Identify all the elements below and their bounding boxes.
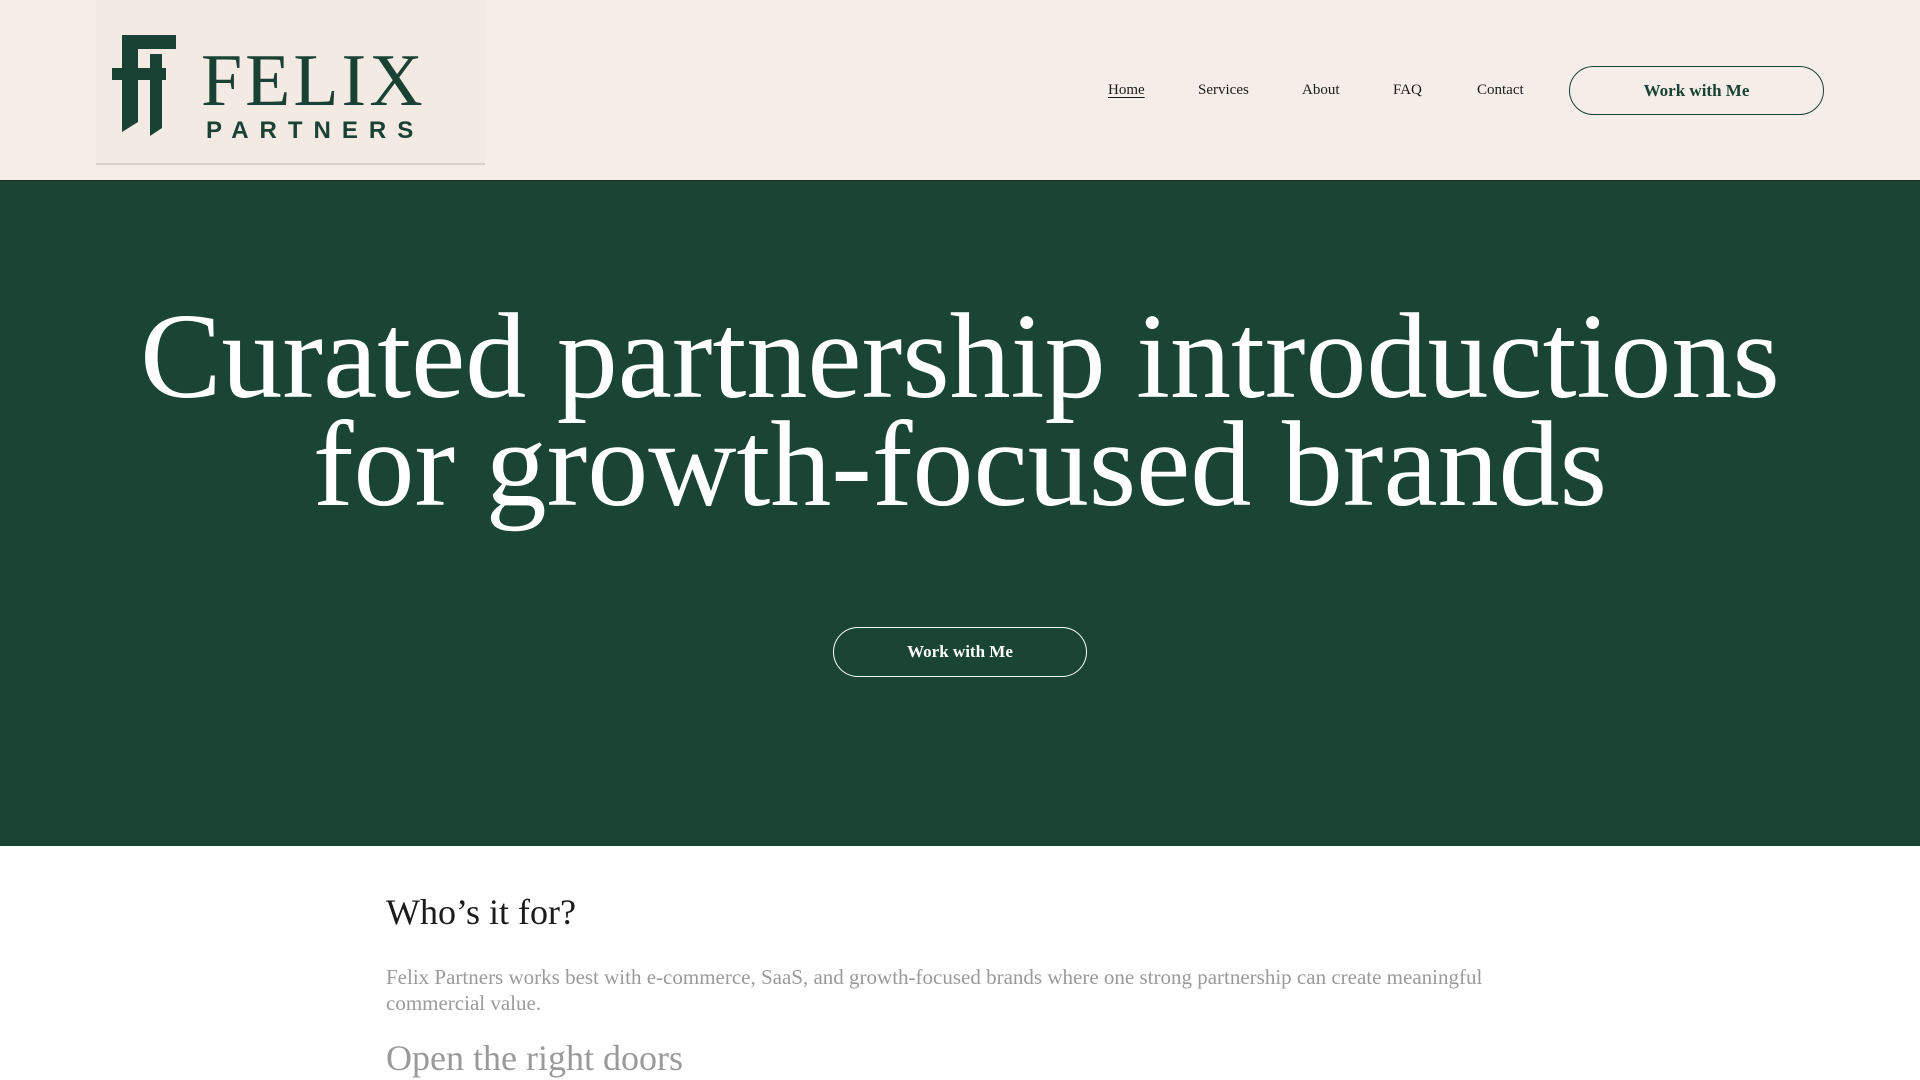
felix-monogram-icon bbox=[112, 35, 176, 136]
open-doors-heading: Open the right doors bbox=[386, 1038, 683, 1078]
logo-subtitle: PARTNERS bbox=[206, 117, 425, 144]
nav-faq[interactable]: FAQ bbox=[1393, 78, 1422, 102]
who-description: Felix Partners works best with e-commerc… bbox=[386, 965, 1483, 1015]
hero-title-line-2: for growth-focused brands bbox=[312, 397, 1608, 532]
site-header: FELIX PARTNERS Home Services About FAQ C… bbox=[0, 0, 1920, 181]
logo-wordmark: FELIX bbox=[201, 40, 426, 122]
who-heading: Who’s it for? bbox=[386, 892, 576, 932]
header-work-with-me-button[interactable]: Work with Me bbox=[1569, 66, 1824, 115]
hero-work-with-me-button[interactable]: Work with Me bbox=[833, 627, 1087, 677]
nav-services[interactable]: Services bbox=[1198, 78, 1249, 102]
nav-contact[interactable]: Contact bbox=[1477, 78, 1524, 102]
nav-about[interactable]: About bbox=[1302, 78, 1340, 102]
felix-partners-logo[interactable]: FELIX PARTNERS bbox=[96, 0, 485, 165]
hero-title: Curated partnership introductions for gr… bbox=[0, 296, 1920, 526]
nav-home[interactable]: Home bbox=[1108, 78, 1145, 102]
hero-section: Curated partnership introductions for gr… bbox=[0, 181, 1920, 846]
